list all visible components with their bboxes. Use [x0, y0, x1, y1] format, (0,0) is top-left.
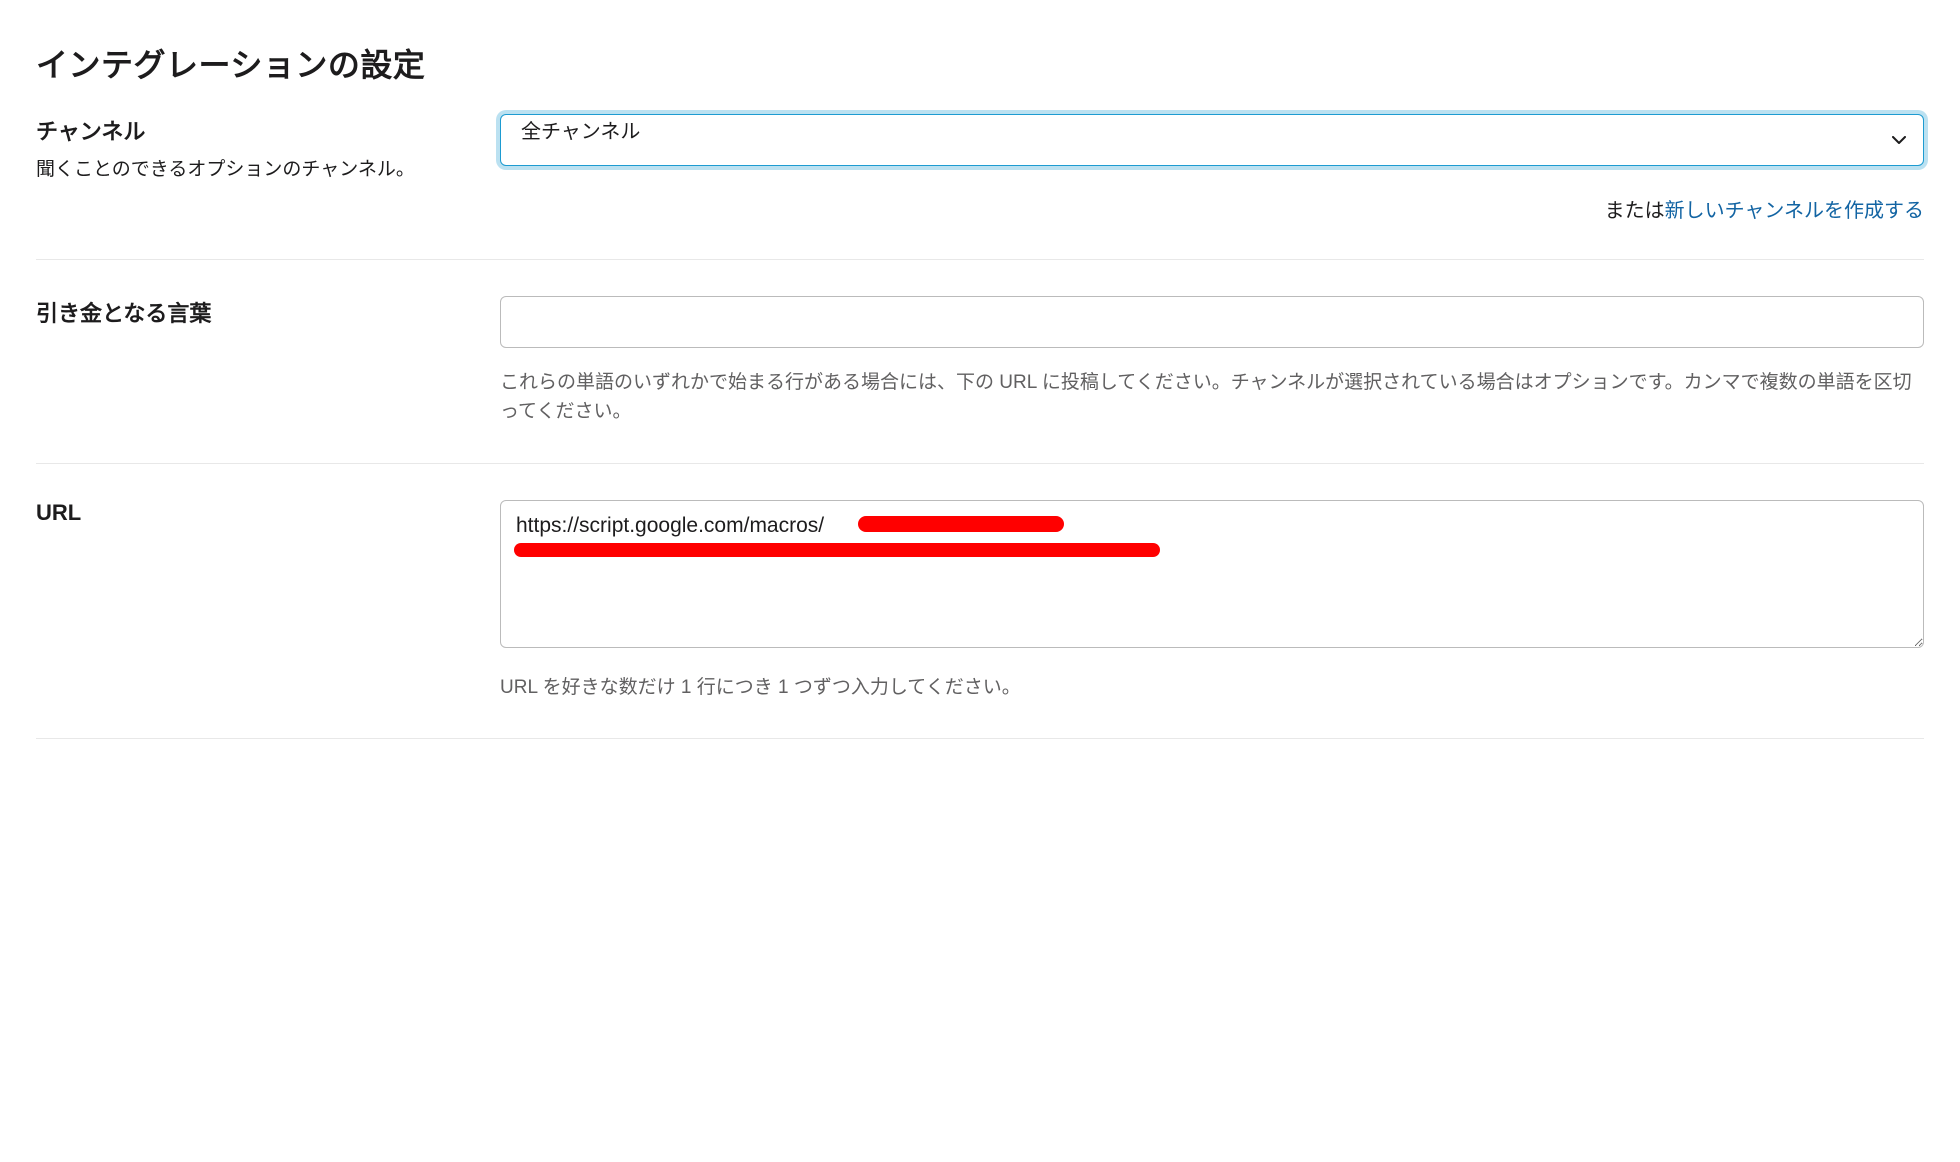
- channel-select-wrapper: 全チャンネル: [500, 114, 1924, 166]
- page-title: インテグレーションの設定: [36, 40, 1924, 86]
- create-channel-link[interactable]: 新しいチャンネルを作成する: [1665, 200, 1924, 222]
- trigger-words-input[interactable]: [500, 296, 1924, 348]
- section-channel: チャンネル 聞くことのできるオプションのチャンネル。 全チャンネル または新しい…: [36, 114, 1924, 260]
- channel-helper-row: または新しいチャンネルを作成する: [500, 194, 1924, 223]
- trigger-help-text: これらの単語のいずれかで始まる行がある場合には、下の URL に投稿してください…: [500, 368, 1924, 427]
- channel-select[interactable]: 全チャンネル: [500, 114, 1924, 166]
- channel-heading: チャンネル: [36, 114, 476, 146]
- channel-description: 聞くことのできるオプションのチャンネル。: [36, 156, 476, 185]
- url-help-text: URL を好きな数だけ 1 行につき 1 つずつ入力してください。: [500, 673, 1924, 702]
- url-textarea[interactable]: [500, 500, 1924, 648]
- section-trigger: 引き金となる言葉 これらの単語のいずれかで始まる行がある場合には、下の URL …: [36, 296, 1924, 464]
- channel-helper-prefix: または: [1605, 200, 1665, 222]
- trigger-heading: 引き金となる言葉: [36, 296, 476, 328]
- url-heading: URL: [36, 500, 476, 526]
- section-url: URL https://script.google.com/macros/ UR…: [36, 500, 1924, 739]
